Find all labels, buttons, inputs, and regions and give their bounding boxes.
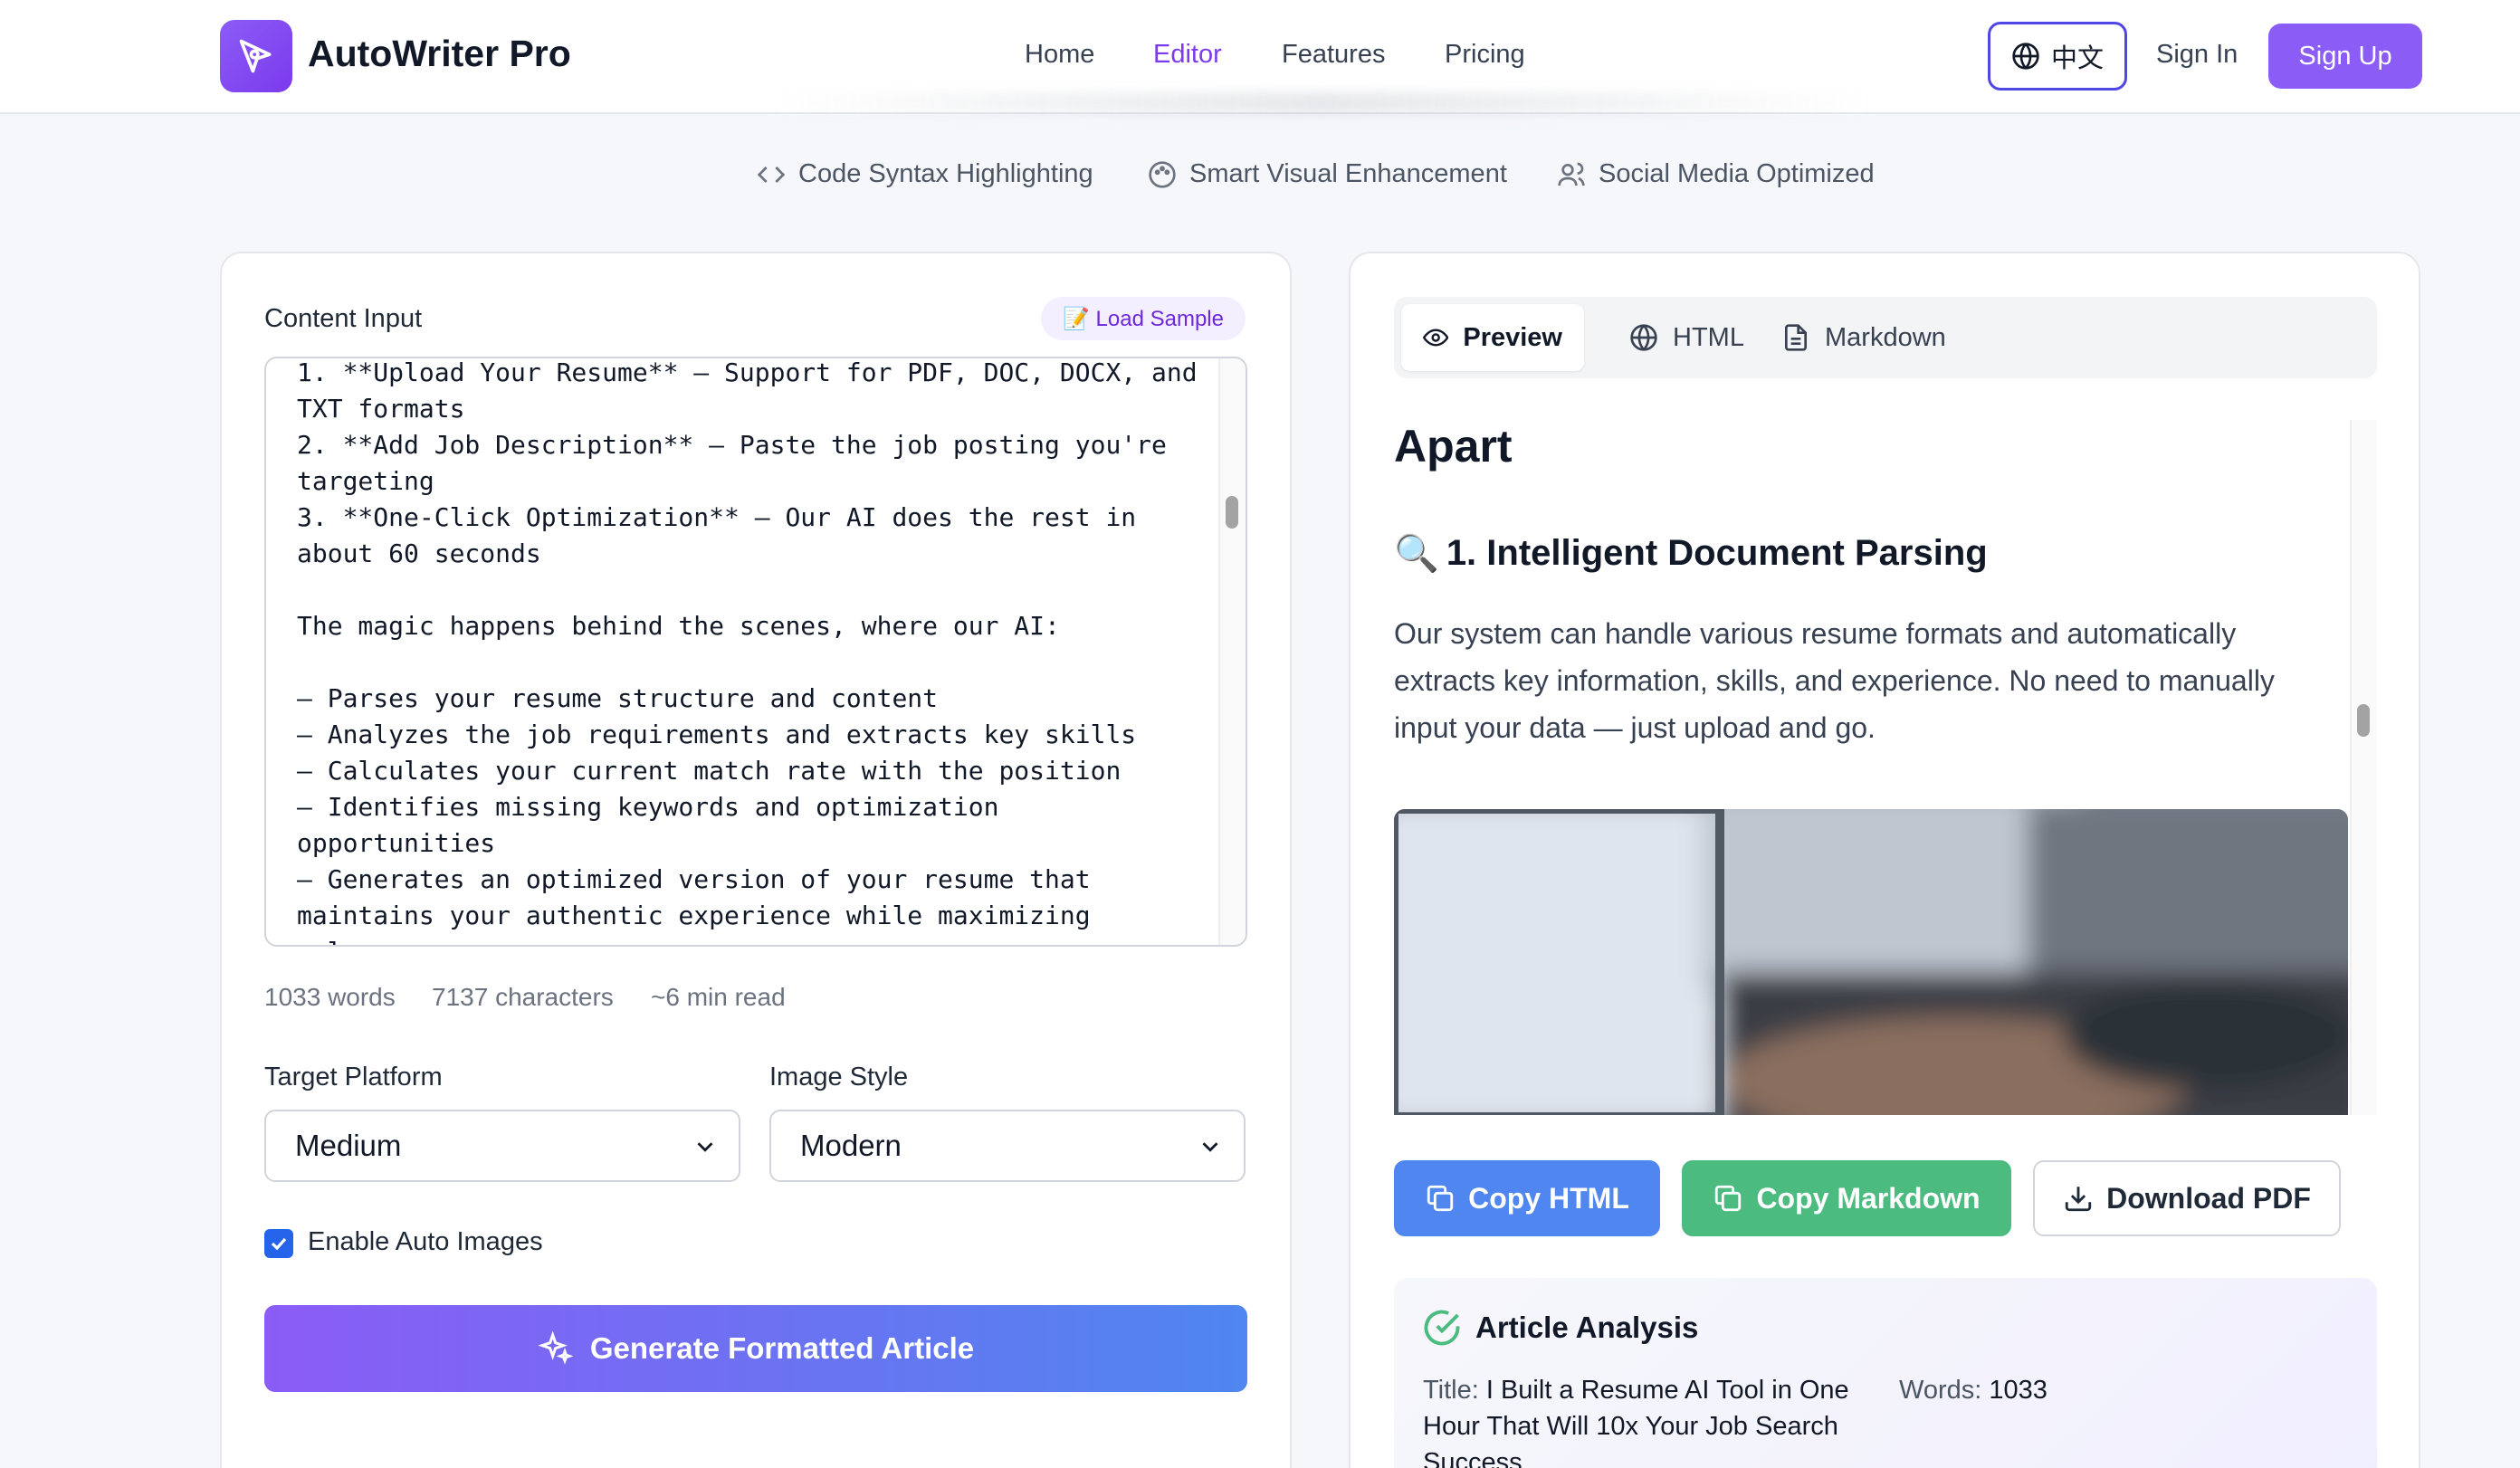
tab-markdown[interactable]: Markdown: [1760, 304, 1968, 371]
analysis-title: Article Analysis: [1475, 1311, 1699, 1344]
preview-scroll-thumb[interactable]: [2357, 704, 2370, 737]
preview-scrollbar[interactable]: [2350, 420, 2377, 1115]
copy-icon: [1427, 1185, 1454, 1212]
sign-in-link[interactable]: Sign In: [2156, 40, 2238, 70]
feature-code-syntax: Code Syntax Highlighting: [757, 159, 1093, 189]
chevron-down-icon: [697, 1142, 713, 1152]
feature-highlights: Code Syntax Highlighting Smart Visual En…: [0, 159, 2520, 195]
article-preview[interactable]: Apart 🔍 1. Intelligent Document Parsing …: [1394, 420, 2377, 1115]
preview-heading: Apart: [1394, 421, 1513, 472]
check-icon: [271, 1237, 287, 1251]
eye-icon: [1423, 329, 1449, 347]
feature-label: Smart Visual Enhancement: [1189, 159, 1507, 188]
words-value: 1033: [1989, 1376, 2048, 1405]
article-analysis: Article Analysis Title: I Built a Resume…: [1394, 1278, 2377, 1468]
character-count: 7137 characters: [432, 983, 614, 1011]
copy-markdown-label: Copy Markdown: [1756, 1181, 1981, 1215]
globe-icon: [1630, 324, 1657, 351]
selected-platform: Medium: [295, 1129, 402, 1162]
analysis-words-field: Words: 1033: [1899, 1372, 2048, 1408]
image-style-label: Image Style: [769, 1063, 909, 1091]
generate-label: Generate Formatted Article: [589, 1331, 975, 1365]
nav-home[interactable]: Home: [1025, 40, 1094, 70]
nav-editor[interactable]: Editor: [1153, 40, 1222, 70]
tab-html[interactable]: HTML: [1608, 304, 1766, 371]
document-icon: [1785, 324, 1807, 351]
auto-images-label[interactable]: Enable Auto Images: [308, 1227, 543, 1257]
title-value: I Built a Resume AI Tool in One Hour Tha…: [1423, 1376, 1849, 1468]
preview-paragraph: Our system can handle various resume for…: [1394, 617, 2275, 744]
nav-features[interactable]: Features: [1282, 40, 1385, 70]
selected-image-style: Modern: [800, 1129, 902, 1162]
subheading-text: 1. Intelligent Document Parsing: [1446, 533, 1988, 573]
article-image: [1394, 809, 2348, 1115]
laptop-photo: [1394, 809, 2348, 1115]
language-label: 中文: [2050, 44, 2104, 73]
feature-label: Social Media Optimized: [1599, 159, 1875, 188]
logo-icon[interactable]: [220, 20, 292, 92]
read-time: ~6 min read: [651, 983, 786, 1011]
app-name[interactable]: AutoWriter Pro: [308, 33, 571, 75]
generate-article-button[interactable]: Generate Formatted Article: [264, 1305, 1247, 1392]
copy-icon: [1715, 1185, 1742, 1212]
tab-label: Preview: [1463, 322, 1562, 352]
preview-subheading: 🔍 1. Intelligent Document Parsing: [1394, 532, 1988, 575]
content-textarea[interactable]: 1. **Upload Your Resume** – Support for …: [264, 357, 1247, 947]
output-tabs: Preview HTML Markdown: [1394, 297, 2377, 378]
load-sample-button[interactable]: 📝 Load Sample: [1041, 297, 1246, 340]
word-count: 1033 words: [264, 983, 396, 1011]
words-key: Words:: [1899, 1376, 1982, 1405]
textarea-scroll-thumb[interactable]: [1226, 496, 1238, 529]
target-platform-label: Target Platform: [264, 1063, 443, 1091]
download-pdf-button[interactable]: Download PDF: [2033, 1160, 2341, 1236]
copy-html-label: Copy HTML: [1468, 1181, 1629, 1215]
language-toggle-button[interactable]: 中文: [1988, 22, 2127, 91]
analysis-title-field: Title: I Built a Resume AI Tool in One H…: [1423, 1372, 1894, 1468]
sign-up-button[interactable]: Sign Up: [2268, 24, 2422, 89]
chevron-down-icon: [1202, 1142, 1218, 1152]
auto-images-checkbox[interactable]: [264, 1229, 293, 1258]
content-input-label: Content Input: [264, 304, 423, 333]
tab-preview[interactable]: Preview: [1401, 304, 1584, 371]
code-icon: [757, 166, 786, 183]
title-key: Title:: [1423, 1376, 1479, 1405]
download-pdf-label: Download PDF: [2106, 1181, 2311, 1215]
tab-label: HTML: [1673, 322, 1744, 352]
nav-pricing[interactable]: Pricing: [1445, 40, 1525, 70]
feature-visual-enhancement: Smart Visual Enhancement: [1148, 159, 1507, 189]
copy-markdown-button[interactable]: Copy Markdown: [1682, 1160, 2011, 1236]
feature-label: Code Syntax Highlighting: [798, 159, 1093, 188]
sparkles-icon: [538, 1330, 574, 1365]
copy-html-button[interactable]: Copy HTML: [1394, 1160, 1660, 1236]
tab-label: Markdown: [1825, 322, 1946, 352]
check-circle-icon: [1424, 1310, 1460, 1346]
content-text: 1. **Upload Your Resume** – Support for …: [297, 357, 1198, 945]
textarea-scrollbar[interactable]: [1218, 358, 1246, 945]
feature-social-media: Social Media Optimized: [1557, 159, 1875, 189]
target-platform-select[interactable]: Medium: [264, 1110, 740, 1182]
image-style-select[interactable]: Modern: [769, 1110, 1246, 1182]
download-icon: [2065, 1187, 2092, 1212]
globe-icon: [2012, 43, 2039, 70]
hero-subtitle-faded: [769, 92, 1874, 114]
magnifier-icon: 🔍: [1394, 534, 1439, 574]
users-icon: [1558, 162, 1585, 186]
palette-icon: [1149, 160, 1176, 188]
